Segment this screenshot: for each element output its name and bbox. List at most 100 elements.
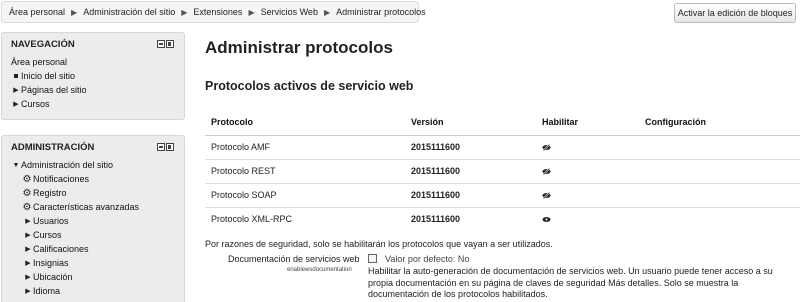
admin-item-label: Registro: [33, 188, 67, 198]
eye-slash-icon[interactable]: [542, 144, 551, 151]
protocol-version: 2015111600: [405, 135, 536, 160]
documentation-description: Habilitar la auto-generación de document…: [368, 266, 773, 299]
admin-item-site-admin[interactable]: ▼ Administración del sitio: [11, 158, 184, 172]
admin-item-label: Características avanzadas: [33, 202, 140, 212]
admin-item-label: Administración del sitio: [21, 160, 114, 170]
dock-block-icon[interactable]: [166, 143, 174, 151]
administration-block-header: ADMINISTRACIÓN: [2, 136, 184, 158]
admin-item-notifications[interactable]: ⚙ Notificaciones: [11, 172, 184, 186]
block-controls: [157, 143, 174, 151]
chevron-right-icon: ▶: [25, 274, 31, 281]
column-header-protocol: Protocolo: [205, 110, 405, 136]
admin-item-grades[interactable]: ▶ Calificaciones: [11, 242, 184, 256]
gear-icon: ⚙: [22, 187, 32, 199]
admin-item-label: Idioma: [33, 286, 61, 296]
chevron-right-icon: ▶: [13, 101, 19, 108]
admin-item-label: Insignias: [33, 258, 69, 268]
gear-icon: ⚙: [22, 201, 32, 213]
administration-tree: ▼ Administración del sitio ⚙ Notificacione…: [2, 158, 184, 298]
settings-cell: [639, 135, 800, 160]
chevron-right-icon: ▶: [25, 218, 31, 225]
protocol-version: 2015111600: [405, 183, 536, 208]
admin-item-label: Cursos: [33, 230, 62, 240]
admin-item-label: Usuarios: [33, 216, 69, 226]
protocol-name: Protocolo AMF: [205, 135, 405, 160]
navigation-block-title: NAVEGACIÓN: [11, 38, 75, 50]
nav-item-courses[interactable]: ▶ Cursos: [11, 97, 184, 111]
protocol-version: 2015111600: [411, 214, 461, 225]
nav-item-label: Inicio del sitio: [21, 71, 76, 81]
page-title: Administrar protocolos: [205, 38, 393, 57]
admin-item-label: Notificaciones: [33, 174, 90, 184]
breadcrumb-link-web-services[interactable]: Servicios Web: [261, 7, 318, 17]
eye-icon[interactable]: [542, 216, 551, 223]
administration-block-title: ADMINISTRACIÓN: [11, 141, 95, 153]
hide-block-icon[interactable]: [157, 143, 165, 151]
breadcrumb-link-extensions[interactable]: Extensiones: [193, 7, 242, 17]
gear-icon: ⚙: [22, 173, 32, 185]
breadcrumb-link-area-personal[interactable]: Área personal: [9, 7, 65, 17]
admin-item-language[interactable]: ▶ Idioma: [11, 284, 184, 298]
chevron-right-icon: ▶: [25, 260, 31, 267]
column-header-settings: Configuración: [639, 110, 800, 136]
column-header-version: Versión: [405, 110, 536, 136]
protocol-name: Protocolo REST: [205, 159, 405, 184]
settings-cell: [639, 207, 800, 231]
nav-item-label: Área personal: [11, 57, 68, 67]
hide-block-icon[interactable]: [157, 40, 165, 48]
table-row: Protocolo AMF 2015111600: [205, 135, 800, 160]
dock-block-icon[interactable]: [166, 40, 174, 48]
breadcrumb-separator-icon: ▶: [71, 7, 78, 17]
administration-block: ADMINISTRACIÓN ▼ Administración del sitio…: [1, 135, 185, 302]
chevron-right-icon: ▶: [25, 288, 31, 295]
eye-slash-icon[interactable]: [542, 192, 551, 199]
navigation-block-header: NAVEGACIÓN: [2, 33, 184, 55]
table-row: Protocolo XML-RPC 2015111600: [205, 207, 800, 231]
breadcrumb-separator-icon: ▶: [181, 7, 188, 17]
protocols-table: Protocolo Versión Habilitar Configuració…: [205, 110, 800, 231]
documentation-setting-label: Documentación de servicios web: [228, 254, 360, 264]
admin-item-advanced-features[interactable]: ⚙ Características avanzadas: [11, 200, 184, 214]
admin-item-label: Ubicación: [33, 272, 73, 282]
block-controls: [157, 40, 174, 48]
enable-block-editing-button[interactable]: Activar la edición de bloques: [674, 3, 796, 23]
table-header-row: Protocolo Versión Habilitar Configuració…: [205, 110, 800, 136]
table-row: Protocolo SOAP 2015111600: [205, 183, 800, 208]
bullet-icon: [11, 74, 21, 78]
breadcrumb: Área personal ▶ Administración del sitio…: [1, 1, 426, 23]
protocol-version: 2015111600: [405, 159, 536, 184]
admin-item-users[interactable]: ▶ Usuarios: [11, 214, 184, 228]
chevron-down-icon: ▼: [12, 161, 20, 169]
documentation-default-value: Valor por defecto: No: [385, 254, 470, 264]
chevron-right-icon: ▶: [25, 232, 31, 239]
breadcrumb-link-site-admin[interactable]: Administración del sitio: [83, 7, 175, 17]
settings-cell: [639, 183, 800, 208]
breadcrumb-separator-icon: ▶: [323, 7, 331, 17]
settings-cell: [639, 159, 800, 184]
admin-item-location[interactable]: ▶ Ubicación: [11, 270, 184, 284]
documentation-setting-name: enablewsdocumentation: [287, 267, 352, 273]
protocol-name: Protocolo XML-RPC: [211, 214, 293, 225]
chevron-right-icon: ▶: [25, 246, 31, 253]
nav-item-label: Cursos: [21, 99, 50, 109]
enable-cell: [536, 207, 639, 231]
nav-item-site-pages[interactable]: ▶ Páginas del sitio: [11, 83, 184, 97]
breadcrumb-current-page[interactable]: Administrar protocolos: [336, 7, 426, 17]
nav-item-label: Páginas del sitio: [21, 85, 87, 95]
security-note: Por razones de seguridad, solo se habili…: [205, 239, 553, 249]
enable-cell: [536, 183, 639, 208]
admin-item-label: Calificaciones: [33, 244, 89, 254]
admin-item-courses[interactable]: ▶ Cursos: [11, 228, 184, 242]
admin-item-registration[interactable]: ⚙ Registro: [11, 186, 184, 200]
enable-cell: [536, 135, 639, 160]
navigation-block: NAVEGACIÓN Área personal Inicio del siti…: [1, 32, 185, 120]
eye-slash-icon[interactable]: [542, 168, 551, 175]
documentation-checkbox[interactable]: [368, 254, 377, 263]
nav-item-area-personal[interactable]: Área personal: [11, 55, 184, 69]
nav-item-site-home[interactable]: Inicio del sitio: [11, 69, 184, 83]
breadcrumb-separator-icon: ▶: [248, 7, 255, 17]
column-header-enable: Habilitar: [536, 110, 639, 136]
table-row: Protocolo REST 2015111600: [205, 159, 800, 184]
navigation-tree: Área personal Inicio del sitio ▶ Páginas …: [2, 55, 184, 111]
admin-item-badges[interactable]: ▶ Insignias: [11, 256, 184, 270]
